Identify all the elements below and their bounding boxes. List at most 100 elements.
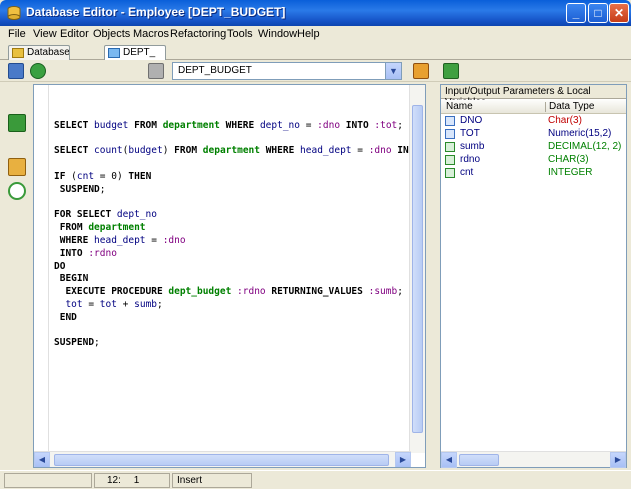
menu-objects[interactable]: Objects [93,28,130,40]
variable-type: CHAR(3) [548,154,589,165]
editor-horizontal-thumb[interactable] [54,454,389,466]
menu-editor[interactable]: Editor [60,28,89,40]
tab-dept-budget[interactable]: DEPT_ [104,45,166,60]
variable-row[interactable]: sumb DECIMAL(12, 2) [441,141,626,154]
code-line[interactable]: SELECT count(budget) FROM department WHE… [54,145,420,158]
puzzle-icon[interactable] [8,114,26,132]
code-line[interactable]: DO [54,261,420,274]
menu-view[interactable]: View [33,28,57,40]
code-line[interactable]: EXECUTE PROCEDURE dept_budget :rdno RETU… [54,286,420,299]
parameters-horizontal-scrollbar[interactable]: ◀ ▶ [441,451,626,468]
code-token: dept_no [116,209,157,221]
menu-tools[interactable]: Tools [227,28,253,40]
code-line[interactable]: BEGIN [54,273,420,286]
side-toolbar [4,84,30,464]
editor-vertical-thumb[interactable] [412,105,423,433]
code-token: :rdno [237,286,272,298]
close-button[interactable]: ✕ [609,3,629,23]
code-area[interactable]: SELECT budget FROM department WHERE dept… [54,107,420,350]
menu-refactoring[interactable]: Refactoring [170,28,226,40]
code-token: tot [54,298,89,310]
column-separator[interactable] [545,102,546,112]
maximize-button[interactable]: □ [588,3,608,23]
code-token: RETURNING_VALUES [271,286,369,298]
parameter-row[interactable]: TOT Numeric(15,2) [441,128,626,141]
code-line[interactable] [54,107,420,120]
code-token: SELECT [54,119,95,131]
variable-type: INTEGER [548,167,593,178]
menu-window[interactable]: Window [258,28,297,40]
sql-editor[interactable]: SELECT budget FROM department WHERE dept… [33,84,426,468]
clock-icon[interactable] [8,182,26,200]
editor-vertical-scrollbar[interactable] [409,85,425,453]
tab-database[interactable]: Database [8,45,70,60]
code-line[interactable]: SUSPEND; [54,337,420,350]
code-line[interactable]: tot = tot + sumb; [54,299,420,312]
code-token: tot [99,298,123,310]
menu-file[interactable]: File [8,28,26,40]
variable-name: sumb [460,141,485,152]
add-variable-icon[interactable] [443,63,459,79]
parameter-row[interactable]: DNO Char(3) [441,115,626,128]
code-token: ; [397,286,403,298]
minimize-button[interactable]: _ [566,3,586,23]
scroll-right-icon[interactable]: ▶ [395,452,411,467]
parameters-column-headers: Name Data Type [441,100,626,114]
parameter-name: TOT [460,128,480,139]
scroll-left-icon[interactable]: ◀ [441,452,457,468]
code-token: :dno [317,119,346,131]
document-tab-bar: Database DEPT_ [0,44,631,60]
compile-icon[interactable] [8,63,24,79]
code-line[interactable]: SUSPEND; [54,184,420,197]
code-line[interactable] [54,133,420,146]
code-token: BEGIN [54,273,89,285]
code-line[interactable] [54,325,420,338]
code-token: :tot [374,119,398,131]
menu-help[interactable]: Help [297,28,320,40]
scroll-right-icon[interactable]: ▶ [610,452,626,468]
tab-database-label: Database [27,47,70,58]
code-line[interactable]: IF (cnt = 0) THEN [54,171,420,184]
run-icon[interactable] [30,63,46,79]
copy-params-icon[interactable] [413,63,429,79]
debug-icon[interactable] [148,63,164,79]
column-header-name[interactable]: Name [446,101,473,112]
parameters-horizontal-thumb[interactable] [459,454,499,466]
code-token: = [151,234,163,246]
status-cell-empty [4,473,92,488]
editor-horizontal-scrollbar[interactable]: ◀ ▶ [34,451,411,467]
code-line[interactable]: WHERE head_dept = :dno [54,235,420,248]
parameters-panel: Input/Output Parameters & Local Variable… [440,84,627,468]
editor-gutter [48,85,49,460]
code-line[interactable]: SELECT budget FROM department WHERE dept… [54,120,420,133]
code-token: SUSPEND [54,183,100,195]
code-line[interactable]: END [54,312,420,325]
code-line[interactable]: FOR SELECT dept_no [54,209,420,222]
variable-icon [445,142,455,152]
scroll-left-icon[interactable]: ◀ [34,452,50,467]
parameter-icon [445,116,455,126]
code-token: head_dept [94,234,152,246]
code-line[interactable]: FROM department [54,222,420,235]
column-header-data-type[interactable]: Data Type [549,101,594,112]
code-token: department [88,222,146,234]
status-bar: 12: 1 Insert [0,470,631,489]
cursor-column: 1 [133,475,140,486]
variable-row[interactable]: cnt INTEGER [441,167,626,180]
code-line[interactable] [54,197,420,210]
code-line[interactable]: INTO :rdno [54,248,420,261]
code-token: :dno [368,145,398,157]
code-token: WHERE [265,145,301,157]
menu-macros[interactable]: Macros [133,28,169,40]
panel-splitter[interactable] [427,84,439,468]
code-token: ) [162,145,175,157]
procedure-icon [108,48,120,58]
procedure-select[interactable]: DEPT_BUDGET ▼ [172,62,402,80]
code-token: = [305,119,318,131]
book-icon[interactable] [8,158,26,176]
code-token: SELECT [54,145,95,157]
variable-row[interactable]: rdno CHAR(3) [441,154,626,167]
database-icon [12,48,24,58]
code-line[interactable] [54,158,420,171]
chevron-down-icon[interactable]: ▼ [385,63,401,79]
